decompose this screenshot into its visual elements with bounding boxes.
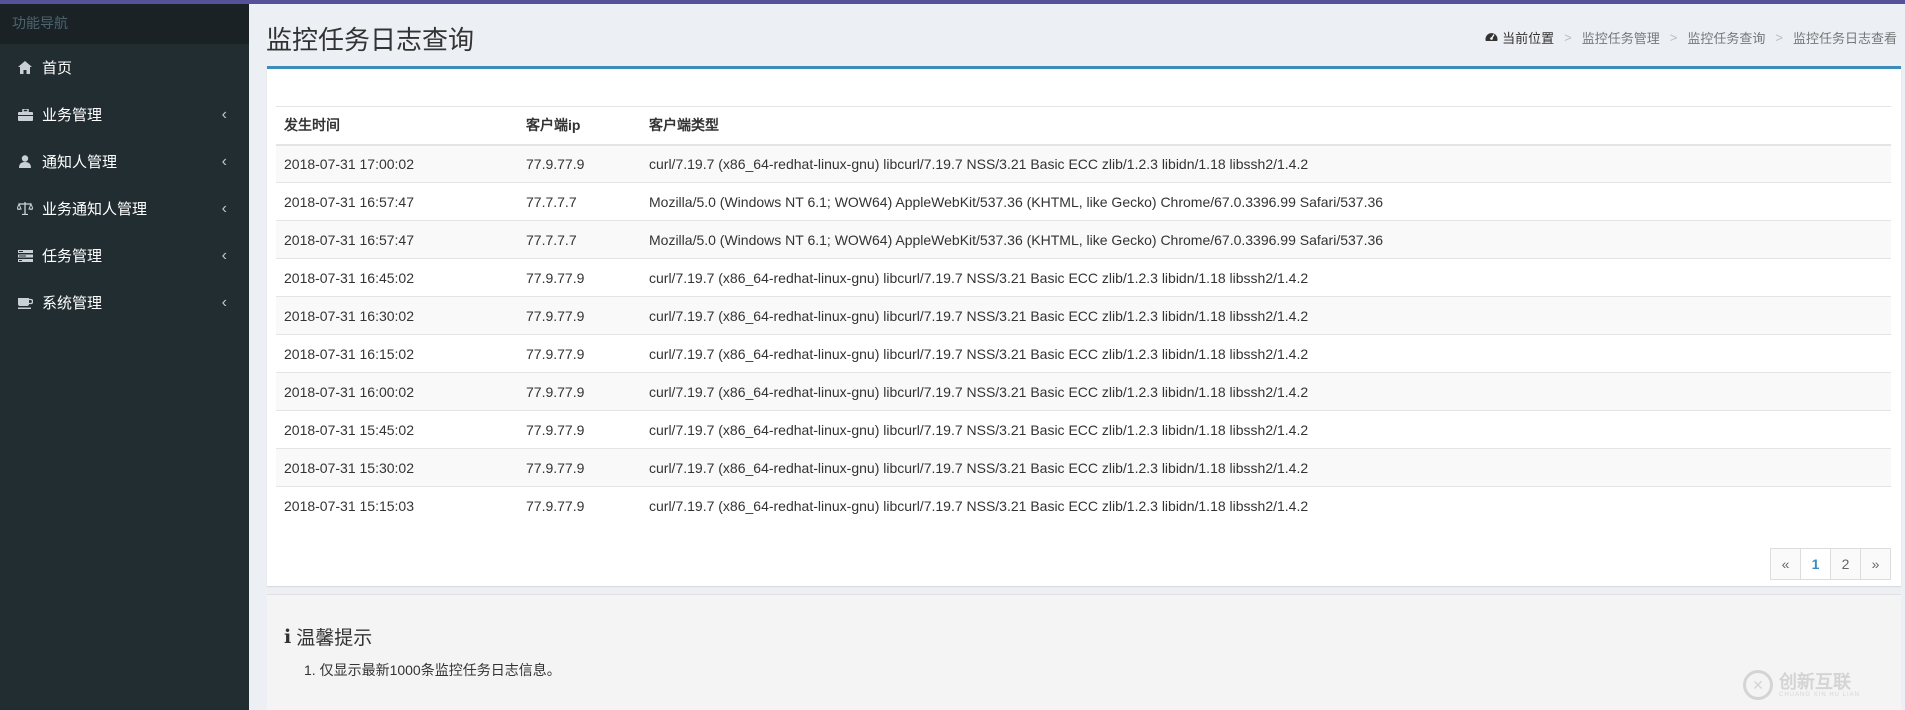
breadcrumb-home-label: 当前位置 — [1502, 31, 1555, 46]
table-row: 2018-07-31 16:30:02 77.9.77.9 curl/7.19.… — [276, 296, 1891, 335]
cell-ip: 77.9.77.9 — [518, 410, 641, 449]
sidebar-item-home[interactable]: 首页 — [0, 44, 249, 91]
cell-ip: 77.9.77.9 — [518, 334, 641, 373]
column-header-client-type[interactable]: 客户端类型 — [641, 106, 1891, 146]
table-row: 2018-07-31 15:30:02 77.9.77.9 curl/7.19.… — [276, 448, 1891, 487]
tip-box: i 温馨提示 1. 仅显示最新1000条监控任务日志信息。 — [267, 594, 1901, 710]
main-content: 监控任务日志查询 当前位置 > 监控任务管理 > 监控任务查询 > 监控任务日志… — [249, 4, 1905, 710]
pagination-next[interactable]: » — [1860, 548, 1891, 580]
sidebar-item-label: 任务管理 — [42, 248, 103, 265]
cell-client-type: curl/7.19.7 (x86_64-redhat-linux-gnu) li… — [641, 334, 1891, 373]
sidebar-item-label: 业务通知人管理 — [42, 201, 148, 218]
watermark-text: 创新互联 — [1778, 672, 1851, 692]
table-row: 2018-07-31 16:57:47 77.7.7.7 Mozilla/5.0… — [276, 220, 1891, 259]
balance-scale-icon — [16, 201, 34, 217]
tip-title-text: 温馨提示 — [296, 628, 373, 649]
cell-time: 2018-07-31 15:15:03 — [276, 486, 518, 525]
cell-time: 2018-07-31 16:45:02 — [276, 258, 518, 297]
breadcrumb-item-log-view: 监控任务日志查看 — [1792, 31, 1897, 46]
page-title: 监控任务日志查询 — [266, 25, 475, 55]
table-row: 2018-07-31 15:45:02 77.9.77.9 curl/7.19.… — [276, 410, 1891, 449]
cell-client-type: Mozilla/5.0 (Windows NT 6.1; WOW64) Appl… — [641, 182, 1891, 221]
home-icon — [16, 60, 34, 76]
cell-client-type: Mozilla/5.0 (Windows NT 6.1; WOW64) Appl… — [641, 220, 1891, 259]
cell-time: 2018-07-31 16:57:47 — [276, 182, 518, 221]
info-icon: i — [284, 625, 292, 648]
cell-client-type: curl/7.19.7 (x86_64-redhat-linux-gnu) li… — [641, 258, 1891, 297]
sidebar-item-tasks[interactable]: 任务管理 ‹ — [0, 232, 249, 279]
sidebar-item-label: 通知人管理 — [42, 154, 118, 171]
sidebar-header: 功能导航 — [0, 4, 249, 44]
table-row: 2018-07-31 17:00:02 77.9.77.9 curl/7.19.… — [276, 144, 1891, 183]
table-row: 2018-07-31 15:15:03 77.9.77.9 curl/7.19.… — [276, 486, 1891, 525]
sidebar-item-label: 业务管理 — [42, 107, 103, 124]
cell-time: 2018-07-31 17:00:02 — [276, 144, 518, 183]
sidebar-item-system[interactable]: 系统管理 ‹ — [0, 279, 249, 326]
cell-time: 2018-07-31 15:45:02 — [276, 410, 518, 449]
cell-ip: 77.9.77.9 — [518, 296, 641, 335]
watermark: ✕ 创新互联 CHUANG XIN HU LIAN — [1742, 670, 1860, 700]
table-header-row: 发生时间 客户端ip 客户端类型 — [276, 106, 1891, 146]
table-row: 2018-07-31 16:45:02 77.9.77.9 curl/7.19.… — [276, 258, 1891, 297]
breadcrumb-item-task-management[interactable]: 监控任务管理 — [1582, 28, 1660, 47]
breadcrumb-separator: > — [1564, 30, 1572, 45]
sidebar-item-business-notifier[interactable]: 业务通知人管理 ‹ — [0, 185, 249, 232]
column-header-ip[interactable]: 客户端ip — [518, 106, 641, 146]
cell-time: 2018-07-31 16:15:02 — [276, 334, 518, 373]
briefcase-icon — [16, 107, 34, 123]
sidebar-item-business[interactable]: 业务管理 ‹ — [0, 91, 249, 138]
pagination-prev[interactable]: « — [1770, 548, 1801, 580]
sidebar: 功能导航 首页 业务管理 ‹ 通知人管理 ‹ 业务通知人管理 ‹ 任务管理 ‹ — [0, 4, 249, 710]
cell-client-type: curl/7.19.7 (x86_64-redhat-linux-gnu) li… — [641, 486, 1891, 525]
cell-time: 2018-07-31 16:00:02 — [276, 372, 518, 411]
cell-ip: 77.7.7.7 — [518, 220, 641, 259]
cell-client-type: curl/7.19.7 (x86_64-redhat-linux-gnu) li… — [641, 144, 1891, 183]
breadcrumb-item-task-query[interactable]: 监控任务查询 — [1687, 28, 1765, 47]
cell-time: 2018-07-31 15:30:02 — [276, 448, 518, 487]
chevron-left-icon: ‹ — [221, 246, 227, 264]
cell-client-type: curl/7.19.7 (x86_64-redhat-linux-gnu) li… — [641, 296, 1891, 335]
cell-client-type: curl/7.19.7 (x86_64-redhat-linux-gnu) li… — [641, 372, 1891, 411]
cell-ip: 77.7.7.7 — [518, 182, 641, 221]
watermark-logo-icon: ✕ — [1742, 670, 1773, 700]
watermark-subtext: CHUANG XIN HU LIAN — [1778, 692, 1860, 698]
sidebar-item-notifier[interactable]: 通知人管理 ‹ — [0, 138, 249, 185]
pagination: « 1 2 » — [1770, 548, 1891, 580]
cell-client-type: curl/7.19.7 (x86_64-redhat-linux-gnu) li… — [641, 410, 1891, 449]
tip-list: 1. 仅显示最新1000条监控任务日志信息。 — [304, 660, 561, 680]
cell-ip: 77.9.77.9 — [518, 486, 641, 525]
chevron-left-icon: ‹ — [221, 152, 227, 170]
log-table-box: 发生时间 客户端ip 客户端类型 2018-07-31 17:00:02 77.… — [267, 66, 1901, 586]
pagination-page-2[interactable]: 2 — [1830, 548, 1861, 580]
log-table: 发生时间 客户端ip 客户端类型 2018-07-31 17:00:02 77.… — [276, 106, 1891, 525]
tasks-icon — [16, 248, 34, 264]
watermark-text-group: 创新互联 CHUANG XIN HU LIAN — [1779, 672, 1860, 698]
cell-ip: 77.9.77.9 — [518, 448, 641, 487]
cell-time: 2018-07-31 16:57:47 — [276, 220, 518, 259]
table-row: 2018-07-31 16:15:02 77.9.77.9 curl/7.19.… — [276, 334, 1891, 373]
cell-ip: 77.9.77.9 — [518, 258, 641, 297]
breadcrumb-separator: > — [1775, 30, 1783, 45]
dashboard-icon — [1485, 30, 1502, 45]
column-header-time[interactable]: 发生时间 — [276, 106, 518, 146]
cell-ip: 77.9.77.9 — [518, 372, 641, 411]
sidebar-item-label: 首页 — [42, 60, 73, 77]
sidebar-item-label: 系统管理 — [42, 295, 103, 312]
chevron-left-icon: ‹ — [221, 199, 227, 217]
breadcrumb: 当前位置 > 监控任务管理 > 监控任务查询 > 监控任务日志查看 — [1485, 28, 1897, 47]
cell-ip: 77.9.77.9 — [518, 144, 641, 183]
table-row: 2018-07-31 16:57:47 77.7.7.7 Mozilla/5.0… — [276, 182, 1891, 221]
tip-item: 1. 仅显示最新1000条监控任务日志信息。 — [304, 662, 561, 678]
pagination-page-1[interactable]: 1 — [1800, 548, 1831, 580]
user-icon — [16, 154, 34, 170]
cell-client-type: curl/7.19.7 (x86_64-redhat-linux-gnu) li… — [641, 448, 1891, 487]
table-row: 2018-07-31 16:00:02 77.9.77.9 curl/7.19.… — [276, 372, 1891, 411]
breadcrumb-home[interactable]: 当前位置 — [1485, 28, 1554, 47]
tip-title: i 温馨提示 — [284, 623, 372, 650]
chevron-left-icon: ‹ — [221, 105, 227, 123]
chevron-left-icon: ‹ — [221, 293, 227, 311]
cell-time: 2018-07-31 16:30:02 — [276, 296, 518, 335]
breadcrumb-separator: > — [1669, 30, 1678, 45]
coffee-icon — [16, 295, 34, 311]
